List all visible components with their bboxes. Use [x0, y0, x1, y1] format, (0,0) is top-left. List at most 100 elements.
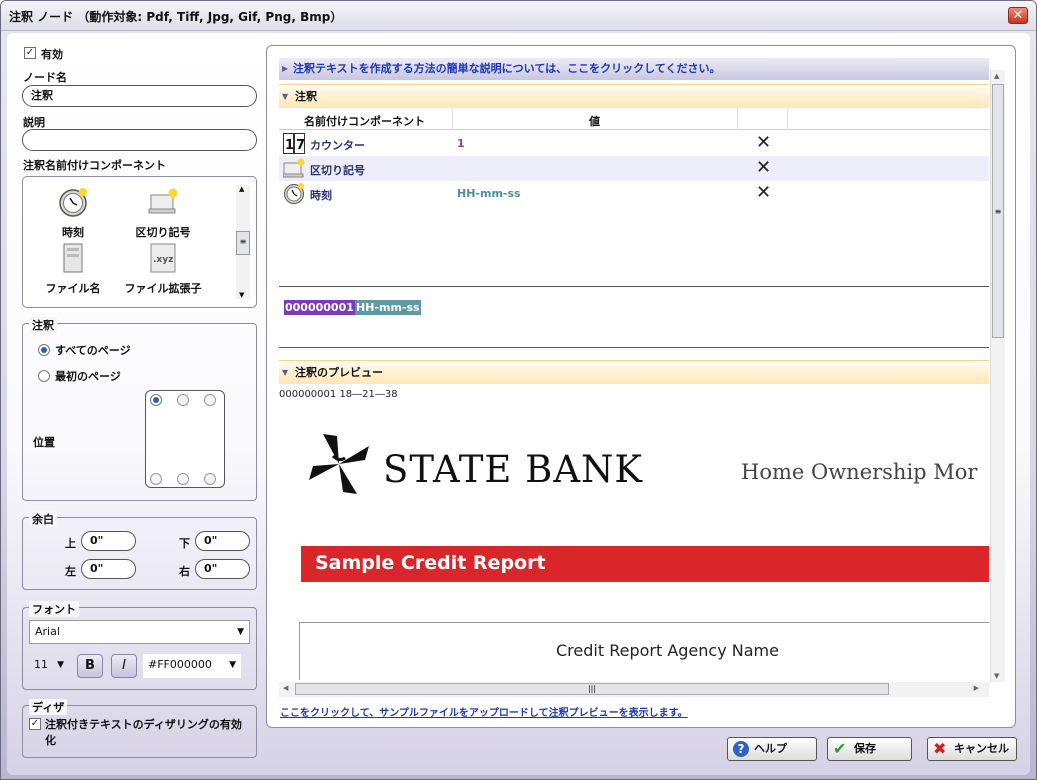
position-label: 位置	[33, 436, 55, 449]
delete-icon[interactable]: ✕	[756, 157, 771, 178]
report-banner: Sample Credit Report	[301, 546, 989, 582]
col-value: 値	[589, 115, 600, 128]
font-group-legend: フォント	[29, 601, 79, 617]
info-link[interactable]: 注釈テキストを作成する方法の簡単な説明については、ここをクリックしてください。	[279, 58, 989, 80]
row-time-value[interactable]: HH-mm-ss	[457, 187, 521, 200]
component-filename[interactable]: ファイル名	[33, 243, 113, 296]
annotation-section-header[interactable]: 注釈	[279, 84, 989, 109]
font-family-select[interactable]: Arial ▼	[29, 620, 250, 644]
margin-bottom-input[interactable]: 0"	[195, 531, 250, 551]
checkmark-icon: ✔	[833, 739, 847, 758]
counter-icon: 1 7	[283, 133, 305, 154]
window-title: 注釈 ノード （動作対象: Pdf, Tiff, Jpg, Gif, Png, …	[9, 10, 343, 24]
margin-bottom-label: 下	[179, 537, 190, 550]
enabled-label: 有効	[41, 48, 63, 61]
position-bottom-center[interactable]	[177, 473, 189, 485]
file-extension-icon: .xyz	[150, 243, 176, 273]
file-icon	[63, 243, 83, 273]
annotation-pages-group: 注釈 すべてのページ 最初のページ 位置	[22, 317, 257, 501]
node-name-input[interactable]: 注釈	[22, 85, 257, 107]
upload-sample-link[interactable]: ここをクリックして、サンプルファイルをアップロードして注釈プレビューを表示します…	[280, 704, 688, 719]
component-separator-label: 区切り記号	[135, 226, 191, 239]
component-time-label: 時刻	[62, 226, 84, 239]
dither-group-legend: ディザ	[29, 699, 68, 715]
main-horizontal-scrollbar[interactable]: ◀ ||| ▶	[279, 682, 989, 697]
delete-icon[interactable]: ✕	[756, 132, 771, 153]
bold-button[interactable]: B	[77, 654, 103, 678]
grid-row-time[interactable]: 時刻 HH-mm-ss ✕	[279, 181, 989, 206]
font-color-select[interactable]: #FF000000 ▼	[143, 654, 241, 678]
preview-section-header[interactable]: 注釈のプレビュー	[279, 360, 989, 385]
cancel-button[interactable]: ✖ キャンセル	[927, 737, 1017, 761]
font-family-value: Arial	[35, 625, 60, 638]
first-page-label: 最初のページ	[55, 370, 121, 383]
enabled-checkbox[interactable]: ✓	[24, 47, 36, 59]
bank-logo-icon	[309, 434, 369, 494]
position-top-center[interactable]	[177, 394, 189, 406]
clock-icon	[59, 188, 87, 217]
dialog-content: ✓ 有効 ノード名 注釈 説明 注釈名前付けコンポーネント 時刻 区切り記号 フ…	[7, 33, 1030, 775]
components-palette: 時刻 区切り記号 ファイル名 .xyz ファイル拡張子 ▲ ≡ ▼	[22, 176, 257, 308]
component-separator[interactable]: 区切り記号	[123, 187, 203, 240]
annotation-node-dialog: 注釈 ノード （動作対象: Pdf, Tiff, Jpg, Gif, Png, …	[0, 0, 1037, 780]
document-preview: 000000001 18―21―38 STATE BANK Home Owner…	[279, 386, 989, 680]
bank-subtitle: Home Ownership Mor	[741, 460, 978, 484]
help-icon: ?	[733, 741, 749, 757]
component-filename-label: ファイル名	[45, 282, 101, 295]
cancel-button-label: キャンセル	[954, 742, 1009, 755]
svg-text:7: 7	[296, 138, 305, 153]
position-picker	[145, 390, 225, 488]
row-counter-name: カウンター	[310, 139, 365, 152]
node-name-label: ノード名	[23, 71, 67, 84]
grid-row-separator[interactable]: 区切り記号 ✕	[279, 156, 989, 181]
dither-checkbox[interactable]: ✓	[29, 718, 41, 730]
main-vertical-scrollbar[interactable]: ▲ ≡ ▼	[990, 70, 1005, 682]
col-component: 名前付けコンポーネント	[304, 115, 425, 128]
save-button-label: 保存	[854, 742, 876, 755]
position-bottom-right[interactable]	[204, 473, 216, 485]
svg-text:.xyz: .xyz	[153, 255, 173, 265]
margin-left-input[interactable]: 0"	[81, 559, 136, 579]
margin-group-legend: 余白	[29, 511, 57, 527]
delete-icon[interactable]: ✕	[756, 182, 771, 203]
position-top-left[interactable]	[150, 394, 162, 406]
svg-text:1: 1	[285, 138, 294, 153]
token-time[interactable]: HH-mm-ss	[355, 300, 421, 315]
token-counter[interactable]: 000000001	[284, 300, 355, 315]
separator-icon	[283, 158, 305, 178]
chevron-down-icon: ▼	[237, 627, 244, 637]
clock-icon	[284, 183, 304, 204]
save-button[interactable]: ✔ 保存	[827, 737, 912, 761]
component-grid-header: 名前付けコンポーネント 値	[279, 108, 989, 130]
margin-top-label: 上	[65, 537, 76, 550]
margin-group: 余白 上 0" 下 0" 左 0" 右 0"	[22, 511, 257, 590]
components-label: 注釈名前付けコンポーネント	[23, 159, 166, 172]
margin-right-input[interactable]: 0"	[195, 559, 250, 579]
title-bar: 注釈 ノード （動作対象: Pdf, Tiff, Jpg, Gif, Png, …	[1, 1, 1036, 31]
grid-row-counter[interactable]: 1 7 カウンター 1 ✕	[279, 131, 989, 156]
font-size-select[interactable]: 11 ▼	[29, 654, 69, 678]
all-pages-radio[interactable]	[38, 344, 50, 356]
first-page-radio[interactable]	[38, 370, 50, 382]
description-input[interactable]	[22, 129, 257, 151]
close-icon[interactable]: ✕	[1008, 7, 1028, 24]
row-counter-value[interactable]: 1	[457, 137, 465, 150]
italic-button[interactable]: I	[111, 654, 137, 678]
margin-right-label: 右	[179, 565, 190, 578]
palette-scrollbar[interactable]: ▲ ≡ ▼	[236, 185, 250, 299]
help-button-label: ヘルプ	[754, 742, 787, 755]
component-file-extension[interactable]: .xyz ファイル拡張子	[123, 243, 203, 296]
dither-label: 注釈付きテキストのディザリングの有効化	[45, 718, 242, 747]
position-top-right[interactable]	[204, 394, 216, 406]
component-time[interactable]: 時刻	[33, 187, 113, 240]
font-group: フォント Arial ▼ 11 ▼ B I #FF000000 ▼	[22, 601, 257, 690]
annotation-group-legend: 注釈	[29, 317, 57, 333]
annotation-text-preview[interactable]: 000000001 HH-mm-ss	[279, 286, 989, 348]
row-time-name: 時刻	[310, 189, 332, 202]
chevron-down-icon: ▼	[229, 660, 236, 670]
separator-icon	[148, 188, 178, 214]
description-label: 説明	[23, 116, 45, 129]
position-bottom-left[interactable]	[150, 473, 162, 485]
help-button[interactable]: ? ヘルプ	[727, 737, 817, 761]
margin-top-input[interactable]: 0"	[81, 531, 136, 551]
